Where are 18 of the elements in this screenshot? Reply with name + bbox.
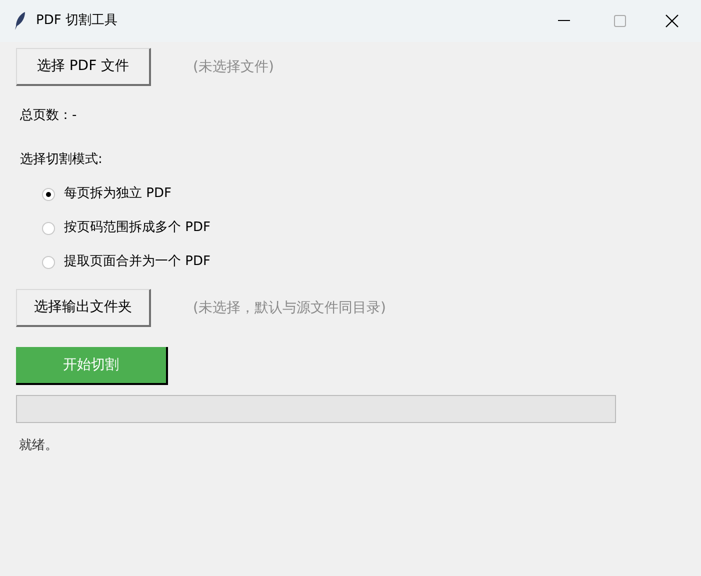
select-pdf-button[interactable]: 选择 PDF 文件 — [16, 48, 151, 86]
maximize-icon — [614, 15, 626, 27]
total-pages: 总页数：- — [20, 107, 77, 125]
radio-label[interactable]: 每页拆为独立 PDF — [64, 184, 172, 204]
minimize-icon — [558, 20, 570, 22]
radio-button[interactable] — [42, 256, 55, 268]
feather-icon — [14, 11, 26, 31]
select-output-button[interactable]: 选择输出文件夹 — [16, 289, 151, 327]
file-status: (未选择文件) — [193, 58, 274, 76]
close-icon — [665, 14, 679, 28]
status-text: 就绪。 — [19, 437, 58, 455]
window-title: PDF 切割工具 — [36, 12, 118, 30]
radio-button[interactable] — [42, 222, 55, 234]
radio-label[interactable]: 按页码范围拆成多个 PDF — [64, 218, 210, 238]
mode-label: 选择切割模式: — [20, 150, 102, 168]
radio-button[interactable] — [42, 188, 55, 200]
output-status: (未选择，默认与源文件同目录) — [193, 298, 386, 318]
radio-label[interactable]: 提取页面合并为一个 PDF — [64, 252, 210, 272]
